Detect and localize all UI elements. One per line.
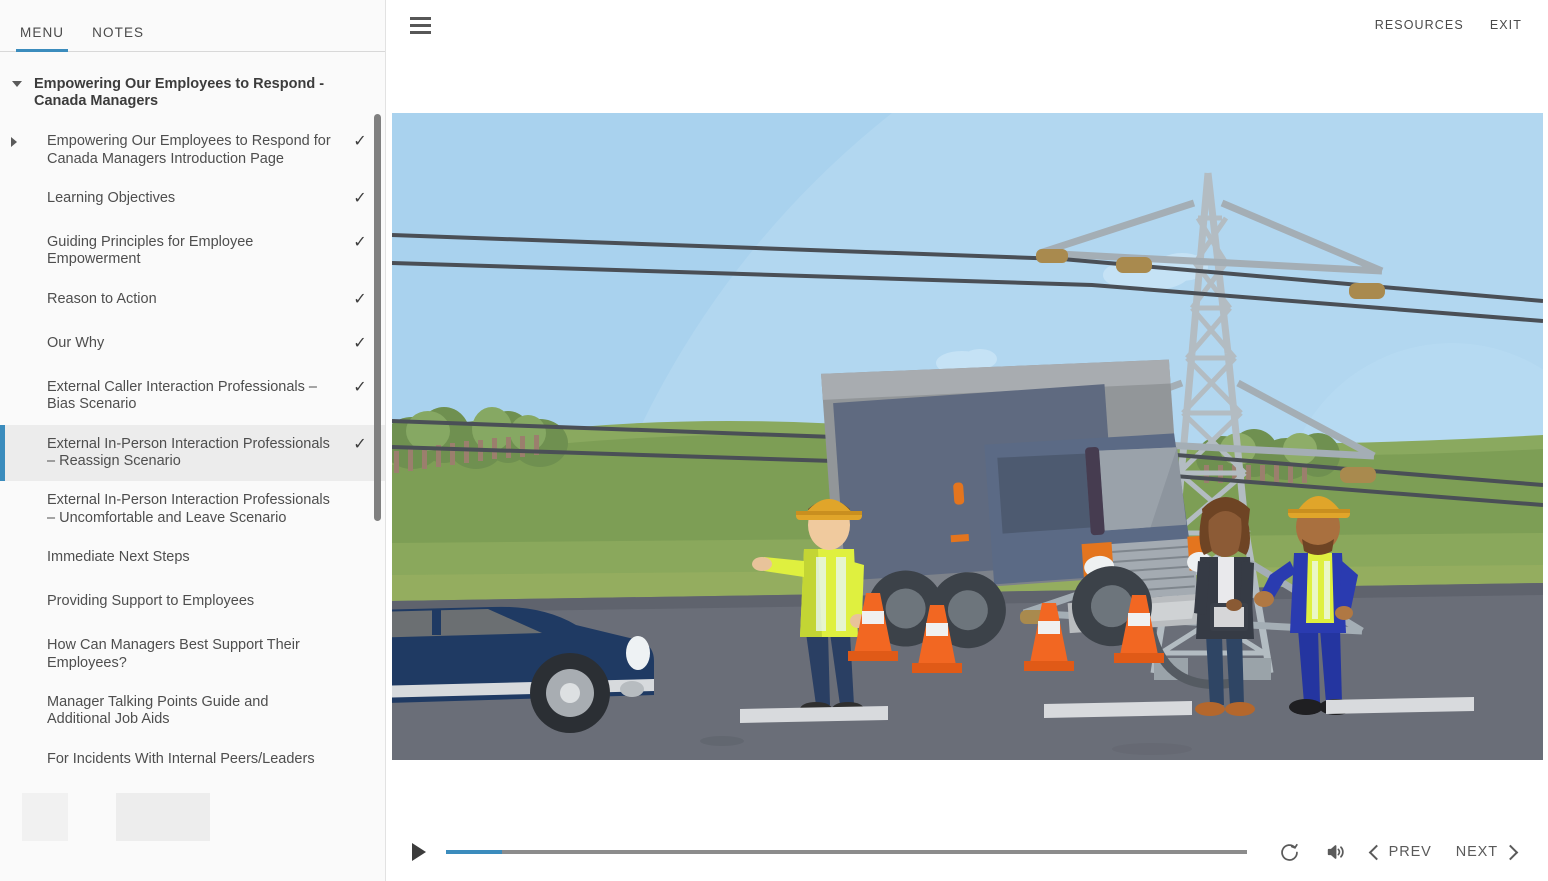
chevron-right-icon[interactable]: [0, 133, 28, 148]
toc-item[interactable]: Guiding Principles for Employee Empowerm…: [0, 223, 385, 280]
prev-label: PREV: [1388, 844, 1432, 860]
toc-item-indent: [0, 751, 28, 755]
scene-graphic: [391, 113, 1543, 760]
completed-check-icon: ✓: [343, 291, 377, 308]
toc-item[interactable]: Providing Support to Employees: [0, 582, 385, 626]
toc-item-indent: [0, 549, 28, 553]
completed-check-icon: ✓: [343, 133, 377, 150]
toc-check-placeholder: [343, 751, 377, 752]
toc-item-label: Reason to Action: [47, 290, 157, 307]
tab-menu[interactable]: MENU: [16, 25, 69, 52]
chevron-down-icon[interactable]: [8, 76, 26, 87]
check-glyph: ✓: [353, 190, 367, 207]
toc-item[interactable]: Immediate Next Steps: [0, 538, 385, 582]
toc-check-placeholder: [343, 637, 377, 638]
main-header: RESOURCES EXIT: [386, 0, 1548, 50]
toc-item-indent: [0, 436, 28, 440]
resources-button[interactable]: RESOURCES: [1375, 18, 1464, 32]
toc-check-placeholder: [343, 492, 377, 493]
toc-item-list: Empowering Our Employees to Respond for …: [0, 122, 385, 783]
toc-item[interactable]: External In-Person Interaction Professio…: [0, 481, 385, 538]
slide-illustration[interactable]: [391, 113, 1543, 760]
toc-item-indent: [0, 190, 28, 194]
course-main-area: RESOURCES EXIT PREV NEXT: [386, 0, 1548, 881]
player-right-controls: PREV NEXT: [1269, 831, 1526, 873]
toc-item-indent: [0, 637, 28, 641]
toc-item-indent: [0, 492, 28, 496]
prev-button[interactable]: PREV: [1361, 844, 1442, 860]
toc-root-label: Empowering Our Employees to Respond - Ca…: [34, 76, 325, 110]
completed-check-icon: ✓: [343, 335, 377, 352]
toc-item-indent: [0, 593, 28, 597]
check-glyph: ✓: [353, 290, 367, 308]
next-label: NEXT: [1455, 844, 1498, 860]
toc-item-indent: [0, 291, 28, 295]
toc-item-label: Learning Objectives: [47, 190, 176, 206]
chevron-left-icon: [1368, 844, 1384, 860]
hamburger-icon[interactable]: [408, 11, 433, 40]
next-button[interactable]: NEXT: [1446, 844, 1526, 860]
toc-check-placeholder: [343, 694, 377, 695]
toc-item[interactable]: Our Why ✓: [0, 324, 385, 368]
toc-check-placeholder: [343, 593, 377, 594]
toc-item-label: External In-Person Interaction Professio…: [47, 492, 330, 526]
toc-item[interactable]: Manager Talking Points Guide and Additio…: [0, 683, 385, 740]
progress-fill: [446, 850, 503, 854]
table-of-contents[interactable]: Empowering Our Employees to Respond - Ca…: [0, 52, 385, 881]
toc-item-label: Empowering Our Employees to Respond for …: [47, 133, 331, 167]
check-glyph: ✓: [353, 435, 367, 453]
progress-bar[interactable]: [446, 850, 1247, 854]
toc-item-label: Guiding Principles for Employee Empowerm…: [47, 234, 254, 268]
completed-check-icon: ✓: [343, 379, 377, 396]
toc-item-indent: [0, 335, 28, 339]
toc-check-placeholder: [343, 549, 377, 550]
chevron-right-icon: [1502, 844, 1519, 860]
toc-item-indent: [0, 379, 28, 383]
toc-item[interactable]: External In-Person Interaction Professio…: [0, 424, 385, 482]
completed-check-icon: ✓: [343, 436, 377, 453]
toc-item-label: Providing Support to Employees: [47, 593, 255, 610]
toc-item[interactable]: Reason to Action ✓: [0, 280, 385, 324]
toc-item-label: External Caller Interaction Professional…: [47, 378, 317, 413]
toc-item[interactable]: How Can Managers Best Support Their Empl…: [0, 626, 385, 683]
toc-item-label: How Can Managers Best Support Their Empl…: [47, 637, 300, 671]
toc-item[interactable]: For Incidents With Internal Peers/Leader…: [0, 740, 385, 784]
toc-item-label: External In-Person Interaction Professio…: [47, 435, 330, 469]
media-player-controls: PREV NEXT: [386, 823, 1548, 881]
exit-button[interactable]: EXIT: [1490, 18, 1522, 32]
completed-check-icon: ✓: [343, 234, 377, 251]
tab-notes[interactable]: NOTES: [88, 25, 148, 51]
toc-item-label: Our Why: [47, 334, 105, 351]
check-glyph: ✓: [353, 334, 367, 352]
replay-icon[interactable]: [1269, 831, 1311, 873]
sidebar-tabs: MENU NOTES: [0, 0, 385, 52]
toc-root-item[interactable]: Empowering Our Employees to Respond - Ca…: [0, 66, 385, 122]
toc-item[interactable]: Learning Objectives ✓: [0, 179, 385, 223]
check-glyph: ✓: [353, 133, 367, 151]
toc-item-indent: [0, 234, 28, 238]
sidebar-scrollbar[interactable]: [374, 114, 381, 521]
check-glyph: ✓: [353, 234, 367, 251]
header-actions: RESOURCES EXIT: [1375, 18, 1522, 32]
completed-check-icon: ✓: [343, 190, 377, 207]
play-icon[interactable]: [402, 843, 436, 861]
toc-item[interactable]: Empowering Our Employees to Respond for …: [0, 122, 385, 179]
volume-icon[interactable]: [1315, 831, 1357, 873]
slide-stage-wrapper: [386, 50, 1548, 823]
toc-item-label: For Incidents With Internal Peers/Leader…: [47, 750, 315, 767]
toc-item-indent: [0, 694, 28, 698]
check-glyph: ✓: [353, 378, 367, 396]
course-sidebar: MENU NOTES Empowering Our Employees to R…: [0, 0, 386, 881]
toc-item-label: Immediate Next Steps: [47, 549, 190, 566]
toc-loading-placeholder: [22, 793, 282, 841]
toc-item[interactable]: External Caller Interaction Professional…: [0, 368, 385, 425]
toc-item-label: Manager Talking Points Guide and Additio…: [47, 693, 269, 728]
